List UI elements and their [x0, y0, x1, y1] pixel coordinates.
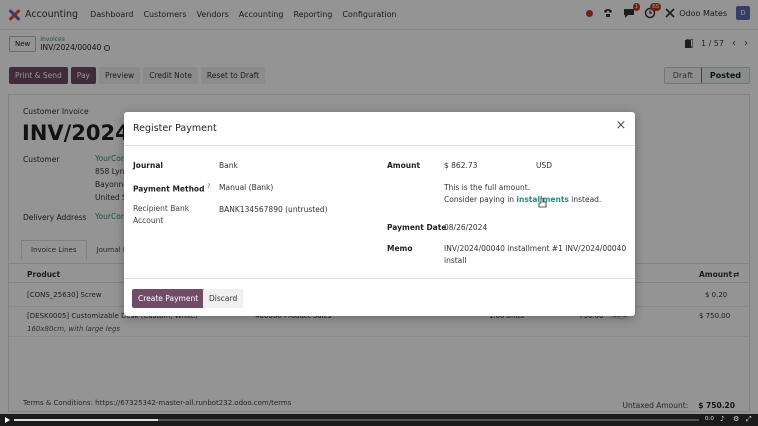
- journal-label: Journal: [133, 161, 163, 170]
- payment-method-label-text: Payment Method: [133, 184, 205, 194]
- video-time: 0:0: [705, 416, 714, 422]
- installment-hint-prefix: Consider paying in: [444, 195, 515, 204]
- payment-date-label: Payment Date: [387, 223, 447, 232]
- discard-button[interactable]: Discard: [203, 289, 244, 308]
- recipient-bank-field[interactable]: BANK134567890 (untrusted): [219, 204, 328, 216]
- help-icon[interactable]: ?: [207, 183, 210, 190]
- fullscreen-icon[interactable]: ⤢: [746, 415, 752, 424]
- close-icon[interactable]: ×: [615, 119, 627, 132]
- installment-hint: Consider paying in installments instead.: [444, 194, 601, 206]
- recipient-bank-label-line-2: Account: [133, 216, 164, 225]
- payment-method-label: Payment Method ?: [133, 183, 210, 194]
- payment-date-field[interactable]: 08/26/2024: [444, 222, 487, 234]
- dialog-header: Register Payment ×: [124, 112, 635, 146]
- volume-icon[interactable]: ♪: [720, 415, 724, 423]
- amount-label: Amount: [387, 161, 421, 170]
- journal-field[interactable]: Bank: [219, 160, 238, 172]
- play-icon[interactable]: [5, 417, 10, 423]
- video-controls: 0:0 ♪ ⚙ ⤢: [0, 414, 758, 426]
- memo-label: Memo: [387, 244, 413, 253]
- odoo-app: Accounting Dashboard Customers Vendors A…: [0, 0, 758, 426]
- video-progress-fill: [14, 419, 158, 421]
- currency-field[interactable]: USD: [536, 160, 552, 172]
- dialog-footer: Create Payment Discard: [124, 278, 635, 316]
- hand-cursor-icon: [538, 198, 547, 208]
- video-progress-track[interactable]: [14, 419, 699, 421]
- create-payment-button[interactable]: Create Payment: [132, 289, 205, 308]
- recipient-bank-label-line-1: Recipient Bank: [133, 204, 190, 213]
- dialog-title: Register Payment: [133, 123, 217, 134]
- payment-method-field[interactable]: Manual (Bank): [219, 182, 273, 194]
- full-amount-text: This is the full amount.: [444, 183, 531, 192]
- installment-hint-suffix: instead.: [571, 195, 602, 204]
- register-payment-dialog: Register Payment × Journal Bank Payment …: [124, 112, 635, 316]
- settings-icon[interactable]: ⚙: [733, 415, 739, 423]
- memo-field[interactable]: INV/2024/00040 installment #1 INV/2024/0…: [444, 243, 635, 267]
- amount-field[interactable]: $ 862.73: [444, 160, 477, 172]
